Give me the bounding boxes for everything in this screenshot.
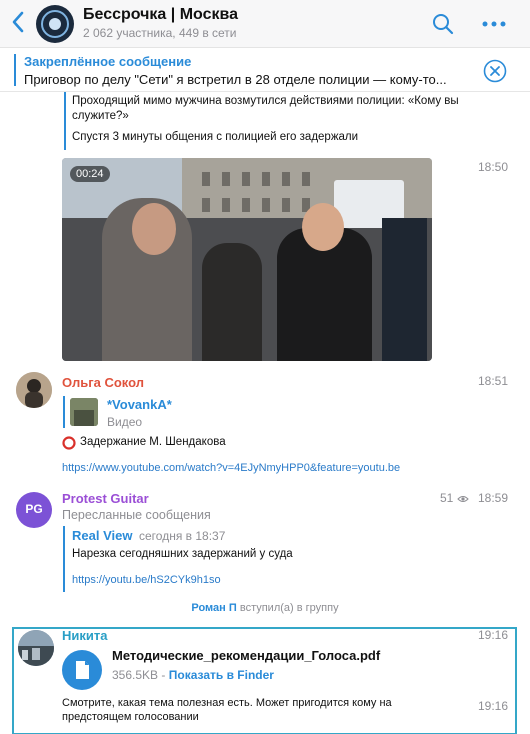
user-photo-icon bbox=[16, 372, 52, 408]
message-time: 19:16 bbox=[478, 699, 509, 713]
message-time: 18:59 bbox=[478, 491, 509, 505]
sender-name[interactable]: Ольга Сокол bbox=[62, 375, 144, 390]
message-link[interactable]: https://www.youtube.com/watch?v=4EJyNmyH… bbox=[62, 462, 400, 474]
chat-avatar[interactable] bbox=[36, 5, 74, 43]
avatar[interactable]: PG bbox=[16, 492, 52, 528]
message-text: предстоящем голосовании bbox=[62, 711, 199, 723]
pinned-title: Закреплённое сообщение bbox=[24, 54, 192, 69]
forward-bar bbox=[64, 92, 66, 150]
unpin-button[interactable] bbox=[483, 59, 507, 83]
no-entry-icon bbox=[62, 436, 76, 450]
message-time: 18:51 bbox=[478, 374, 509, 388]
pinned-bar bbox=[14, 54, 16, 86]
more-button[interactable] bbox=[482, 17, 506, 31]
sender-name[interactable]: Никита bbox=[62, 628, 107, 643]
file-meta: 356.5KB - Показать в Finder bbox=[112, 668, 274, 682]
back-button[interactable] bbox=[10, 11, 30, 35]
forward-bar bbox=[63, 526, 65, 592]
pinned-text: Приговор по делу "Сети" я встретил в 28 … bbox=[24, 72, 447, 87]
message-text: Спустя 3 минуты общения с полицией его з… bbox=[72, 131, 359, 143]
forward-label: Пересланные сообщения bbox=[62, 508, 211, 522]
message-text: Задержание М. Шендакова bbox=[80, 436, 226, 448]
close-circle-icon bbox=[483, 59, 507, 83]
sender-name[interactable]: Protest Guitar bbox=[62, 491, 149, 506]
reply-thumbnail[interactable] bbox=[70, 398, 98, 426]
service-action: вступил(а) в группу bbox=[239, 602, 339, 614]
document-icon bbox=[76, 661, 89, 679]
message-time: 18:50 bbox=[478, 160, 509, 174]
more-icon bbox=[482, 21, 506, 27]
forward-time: сегодня в 18:37 bbox=[139, 529, 226, 543]
search-icon bbox=[433, 14, 454, 35]
chat-header: Бессрочка | Москва 2 062 участника, 449 … bbox=[0, 0, 530, 48]
message-link[interactable]: https://youtu.be/hS2CYk9h1so bbox=[72, 574, 221, 586]
user-photo-icon bbox=[18, 630, 54, 666]
eye-icon bbox=[457, 492, 469, 504]
forward-author[interactable]: Real View bbox=[72, 528, 132, 543]
reply-author[interactable]: *VovankA* bbox=[107, 397, 172, 412]
view-count: 51 bbox=[440, 491, 454, 505]
video-duration: 00:24 bbox=[70, 166, 110, 182]
pinned-message[interactable]: Закреплённое сообщение Приговор по делу … bbox=[0, 48, 530, 92]
chat-title[interactable]: Бессрочка | Москва bbox=[83, 6, 238, 24]
message-time: 19:16 bbox=[478, 628, 509, 642]
service-message: Роман П вступил(а) в группу bbox=[0, 602, 530, 614]
service-user[interactable]: Роман П bbox=[191, 602, 236, 614]
chevron-left-icon bbox=[12, 11, 24, 33]
file-separator: - bbox=[161, 668, 166, 682]
avatar[interactable] bbox=[18, 630, 54, 666]
video-attachment[interactable]: 00:24 bbox=[62, 158, 432, 361]
chat-member-count: 2 062 участника, 449 в сети bbox=[83, 26, 237, 40]
message-text: Нарезка сегодняшних задержаний у суда bbox=[72, 548, 293, 560]
file-size: 356.5KB bbox=[112, 668, 159, 682]
file-name[interactable]: Методические_рекомендации_Голоса.pdf bbox=[112, 648, 380, 663]
message-text: Проходящий мимо мужчина возмутился дейст… bbox=[72, 95, 459, 122]
message-text: Смотрите, какая тема полезная есть. Може… bbox=[62, 697, 392, 709]
search-button[interactable] bbox=[431, 12, 455, 36]
avatar[interactable] bbox=[16, 372, 52, 408]
message-list[interactable]: Проходящий мимо мужчина возмутился дейст… bbox=[0, 92, 530, 734]
reply-bar bbox=[63, 396, 65, 428]
avatar-initials: PG bbox=[25, 502, 43, 516]
show-in-finder-link[interactable]: Показать в Finder bbox=[169, 668, 274, 682]
reply-type: Видео bbox=[107, 415, 143, 429]
file-download-button[interactable] bbox=[62, 650, 102, 690]
